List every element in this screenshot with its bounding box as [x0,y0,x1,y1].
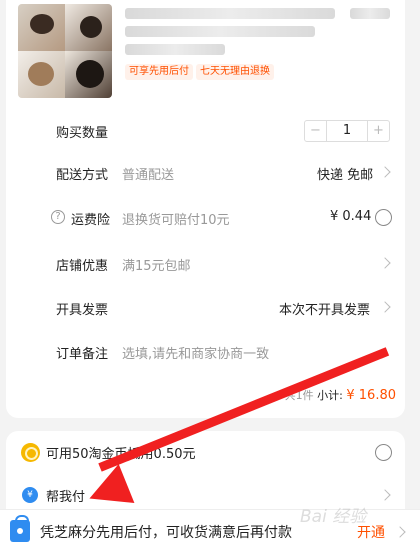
tag-seven-day-return: 七天无理由退换 [196,64,274,80]
chevron-right-icon [379,166,391,178]
chevron-right-icon[interactable] [379,489,391,501]
freight-insurance-label: 运费险 [71,213,111,228]
subtotal-price: ¥ 16.80 [346,388,396,403]
product-price-blurred [350,8,390,19]
bag-icon [10,515,30,542]
chevron-right-icon [379,257,391,269]
quantity-label: 购买数量 [56,126,109,141]
yen-icon: ¥ [22,487,38,503]
delivery-row[interactable]: 配送方式 普通配送 快递 免邮 [6,162,405,186]
invoice-row[interactable]: 开具发票 本次不开具发票 [6,297,405,321]
product-title-blurred [125,8,335,19]
product-title-blurred [125,26,315,37]
hair-clip-image [30,14,54,34]
shop-discount-row[interactable]: 店铺优惠 满15元包邮 [6,253,405,277]
delivery-method: 普通配送 [122,168,175,183]
freight-insurance-radio[interactable] [375,209,392,226]
pay-later-text: 凭芝麻分先用后付，可收货满意后再付款 [40,525,292,541]
subtotal-label: 小计: [317,389,343,402]
quantity-value[interactable]: 1 [327,121,367,141]
order-note-label: 订单备注 [56,347,109,362]
shop-discount-value: 满15元包邮 [122,259,191,274]
product-thumbnail[interactable] [18,4,112,98]
coin-icon [21,443,40,462]
hair-clip-image [28,62,54,86]
order-note-row[interactable]: 订单备注 选填,请先和商家协商一致 [6,341,405,365]
coin-discount-radio[interactable] [375,444,392,461]
invoice-label: 开具发票 [56,303,109,318]
freight-insurance-row: ? 运费险 退换货可赔付10元 ¥ 0.44 [6,207,405,231]
shop-discount-label: 店铺优惠 [56,259,109,274]
pay-for-me-label[interactable]: 帮我付 [46,486,85,505]
chevron-right-icon [394,526,406,538]
hair-clip-image [76,60,104,88]
delivery-label: 配送方式 [56,168,109,183]
order-note-input[interactable]: 选填,请先和商家协商一致 [122,343,269,362]
chevron-right-icon [379,301,391,313]
quantity-row: 购买数量 − 1 + [6,120,405,144]
invoice-value: 本次不开具发票 [279,303,371,318]
baidu-watermark: Bai 经验 [300,507,367,527]
product-sku-blurred [125,44,225,55]
freight-insurance-price: ¥ 0.44 [330,209,372,224]
help-icon[interactable]: ? [51,210,65,224]
quantity-stepper[interactable]: − 1 + [304,120,390,142]
delivery-value: 快递 免邮 [317,168,374,183]
hair-clip-image [80,16,102,38]
freight-insurance-desc: 退换货可赔付10元 [122,213,230,228]
decrement-button[interactable]: − [305,121,327,141]
increment-button[interactable]: + [367,121,389,141]
tag-pay-later: 可享先用后付 [125,64,193,80]
